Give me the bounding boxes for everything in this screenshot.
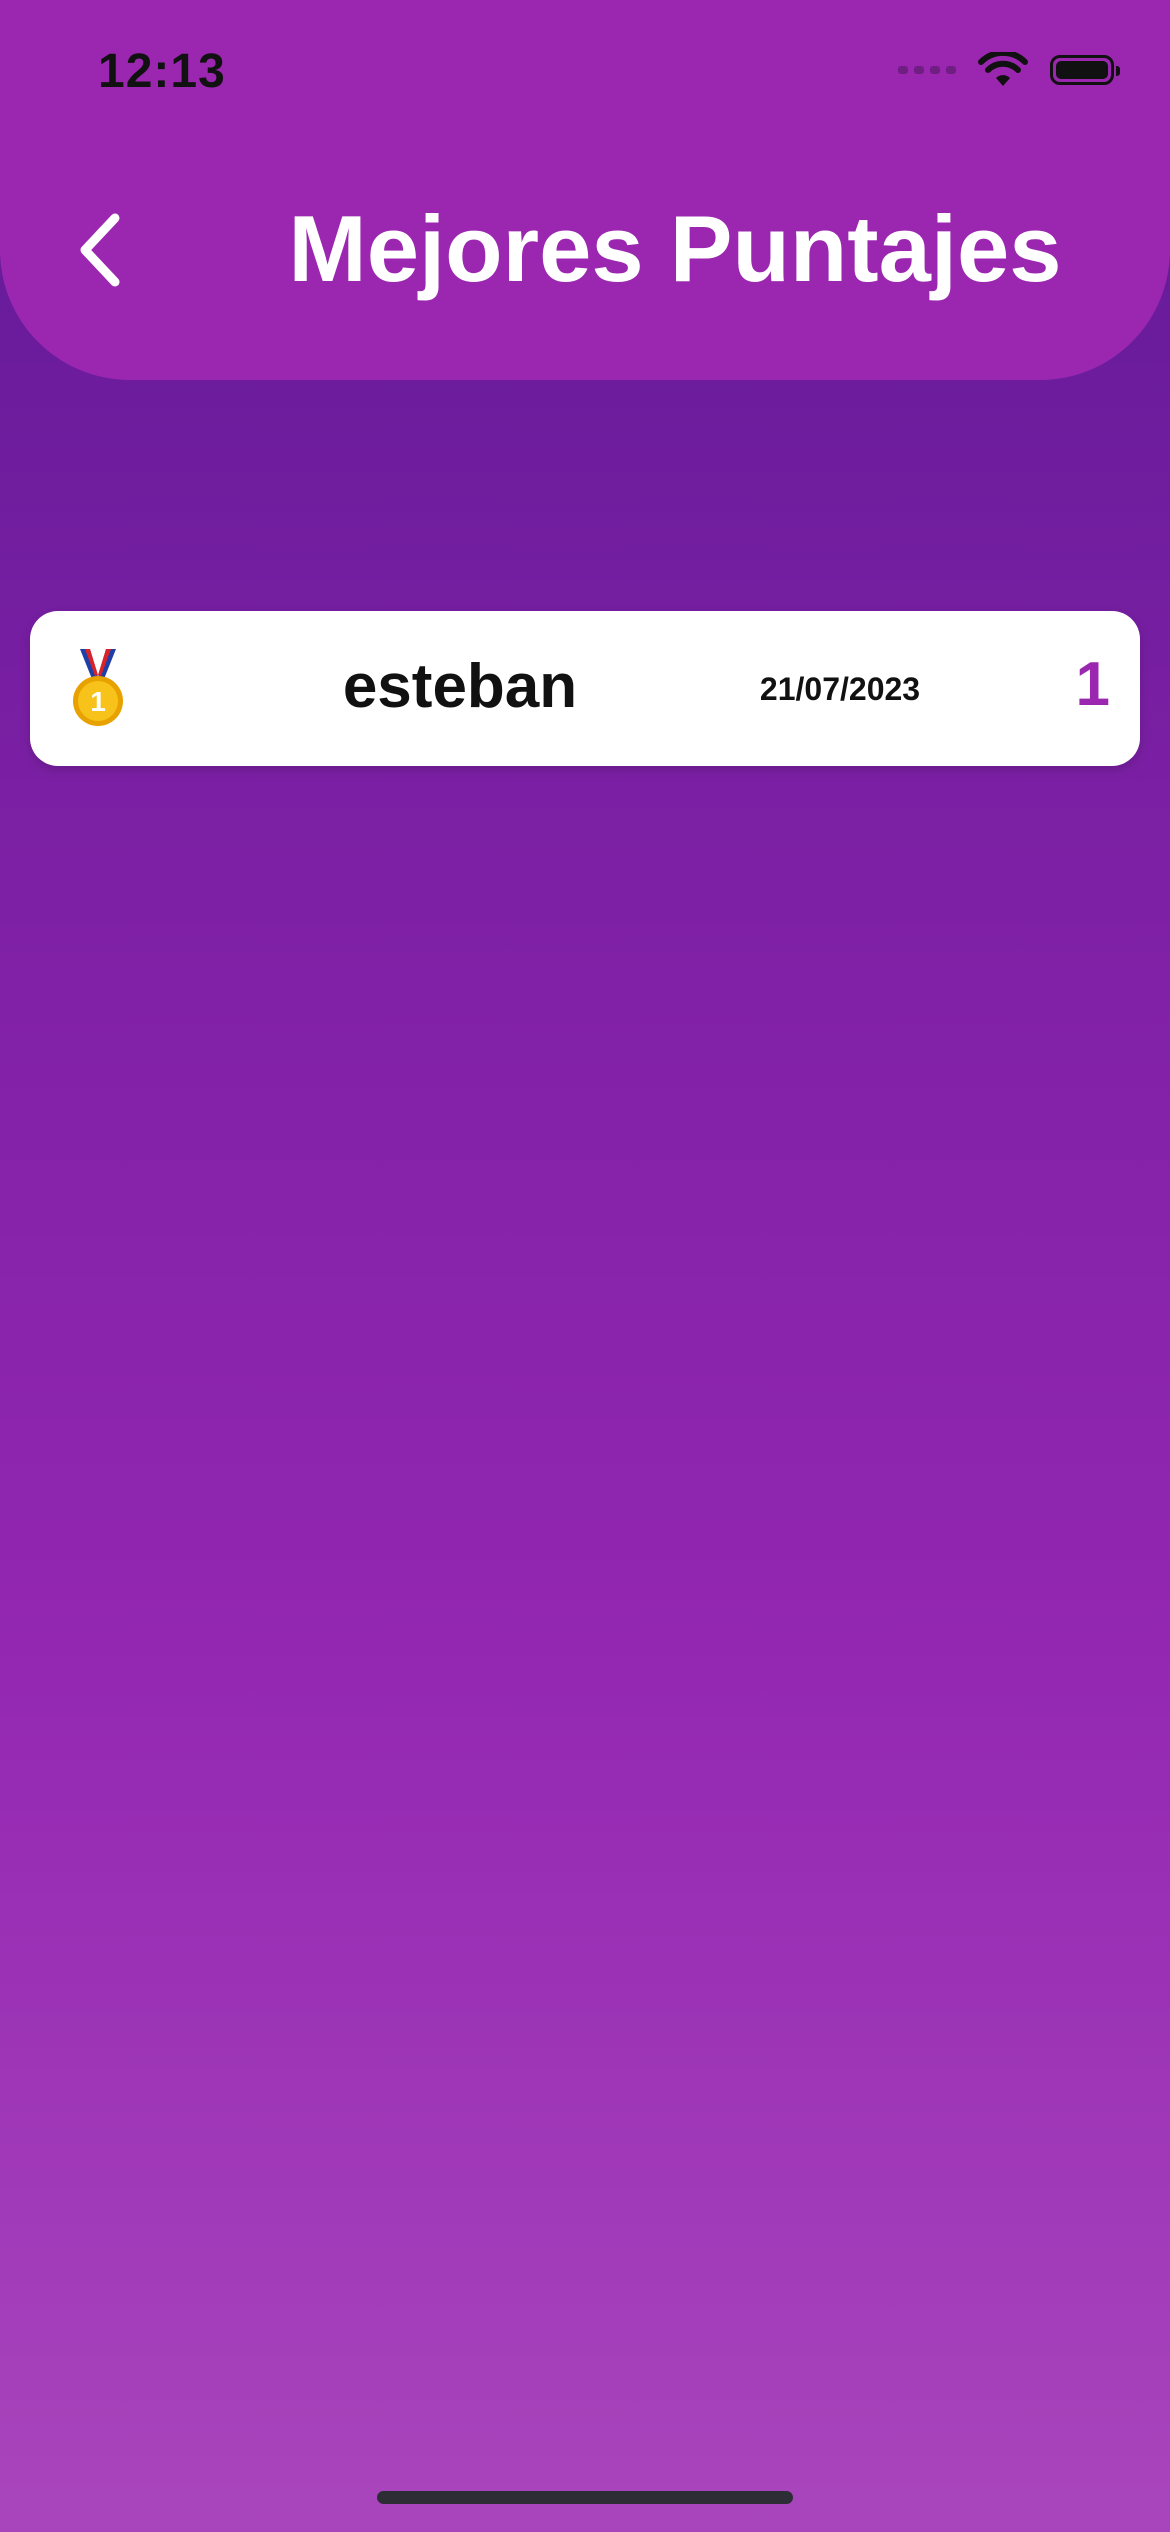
- page-title: Mejores Puntajes: [288, 196, 1062, 301]
- score-date: 21/07/2023: [759, 671, 921, 707]
- svg-text:1: 1: [90, 686, 106, 717]
- score-row: 1 esteban 21/07/2023 1: [30, 611, 1140, 766]
- score-value: 1: [1075, 650, 1110, 719]
- chevron-left-icon: [80, 213, 120, 287]
- gold-medal-icon: 1: [73, 649, 123, 726]
- player-name: esteban: [342, 652, 578, 721]
- status-icons: [898, 52, 1120, 88]
- cellular-signal-icon: [898, 66, 956, 74]
- header-bar: 12:13 Mejores Puntajes: [0, 0, 1170, 380]
- battery-icon: [1050, 55, 1120, 85]
- home-indicator[interactable]: [377, 2491, 793, 2504]
- high-scores-screen: 12:13 Mejores Puntajes 1 esteban 21/07/2…: [0, 0, 1170, 2532]
- status-time: 12:13: [98, 45, 226, 98]
- wifi-icon: [978, 52, 1028, 86]
- back-button[interactable]: [60, 200, 140, 300]
